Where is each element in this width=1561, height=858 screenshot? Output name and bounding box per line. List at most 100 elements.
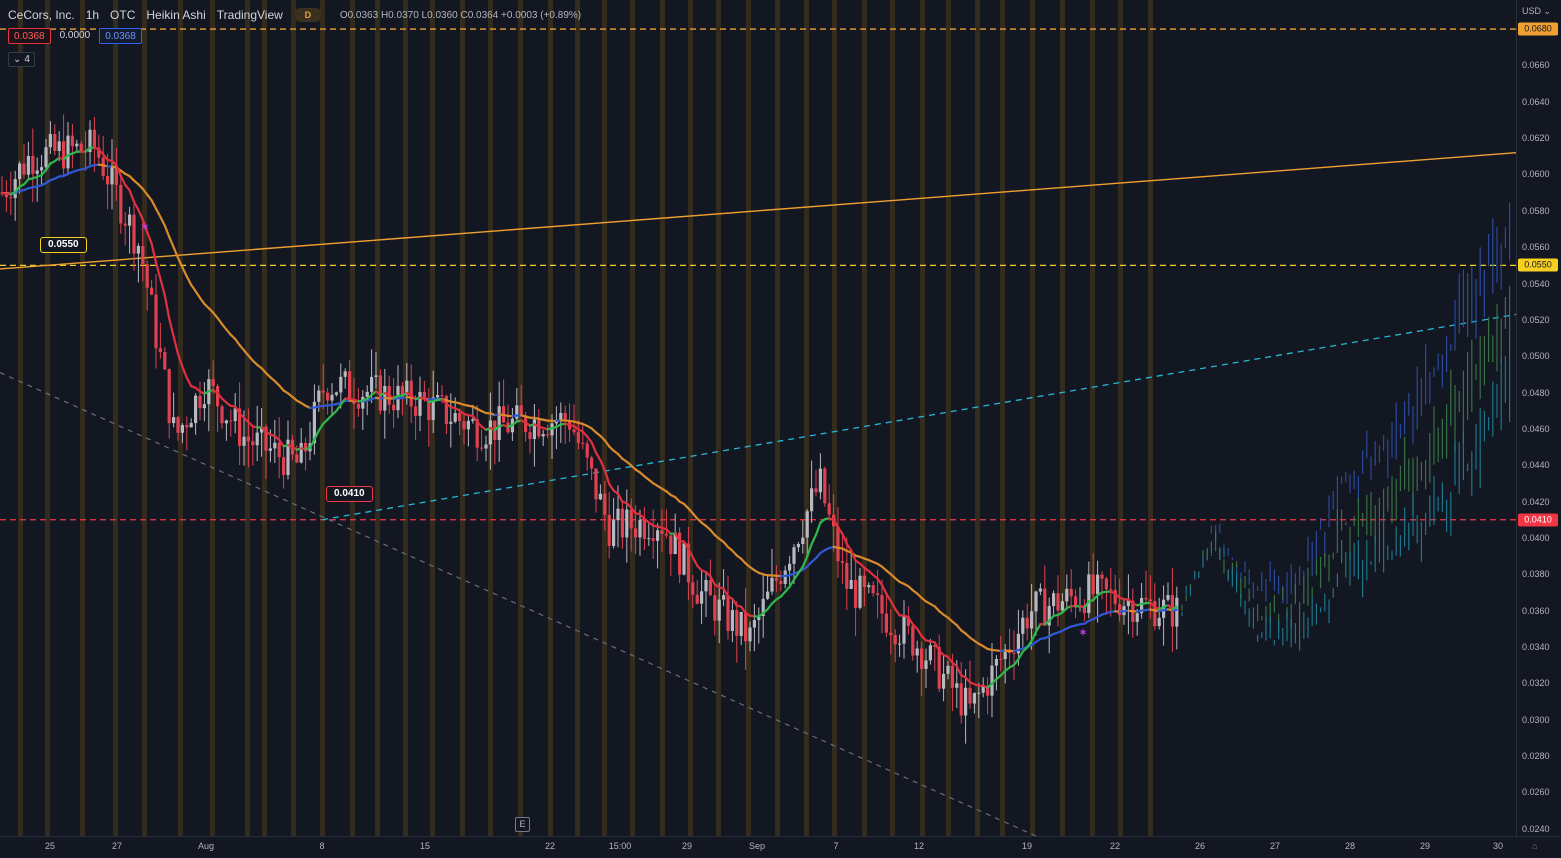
price-axis[interactable] [1516, 0, 1561, 836]
candle-body [1069, 588, 1073, 597]
price-level-badge[interactable]: 0.0680 [1518, 22, 1558, 36]
session-band [890, 0, 895, 836]
interval-label[interactable]: 1h [86, 8, 99, 22]
session-band [832, 0, 837, 836]
scale-toggle-icon[interactable]: ⌂ [1532, 841, 1537, 851]
candle-body [62, 141, 66, 169]
currency-selector[interactable]: USD ⌄ [1522, 6, 1551, 17]
candle-body [374, 375, 378, 377]
candle-body [814, 488, 818, 493]
session-band [403, 0, 408, 836]
price-level-badge[interactable]: 0.0410 [1518, 513, 1558, 527]
candle-body [827, 503, 831, 515]
indicators-collapse-button[interactable]: ⌄ 4 [8, 52, 35, 67]
ema-fast-line [894, 607, 901, 617]
time-tick-label: Sep [748, 841, 766, 851]
candle-body [651, 538, 655, 541]
ohlc-readout: O0.0363 H0.0370 L0.0360 C0.0364 +0.0003 … [339, 9, 582, 21]
candle-body [823, 468, 827, 504]
candle-body [1148, 599, 1152, 602]
candle-body [840, 561, 844, 563]
indicator-value-blue: 0.0368 [99, 28, 142, 44]
ema-fast-line [722, 587, 730, 598]
candle-body [638, 519, 642, 538]
session-band [375, 0, 380, 836]
candle-body [612, 520, 616, 547]
price-level-badge[interactable]: 0.0550 [1518, 258, 1558, 272]
candle-body [616, 508, 620, 521]
chart-canvas[interactable]: ✶ ✶ CeCors, Inc. 1h OTC Heikin Ashi Tradi… [0, 0, 1561, 858]
candle-body [101, 157, 105, 176]
candle-body [172, 417, 176, 424]
ema-fast-line [594, 451, 602, 462]
candle-body [66, 135, 70, 169]
price-tick-label: 0.0400 [1522, 532, 1550, 543]
ema-slow-line [163, 224, 171, 238]
price-plot[interactable]: ✶✶ [0, 0, 1516, 836]
ema-fast-line [1034, 622, 1042, 634]
price-tick-label: 0.0620 [1522, 133, 1550, 144]
candle-body [356, 403, 360, 409]
candle-body [858, 575, 862, 608]
chart-type-label[interactable]: Heikin Ashi [146, 8, 205, 22]
candle-body [370, 376, 374, 392]
currency-label: USD [1522, 6, 1542, 16]
candle-body [788, 563, 792, 571]
time-axis[interactable] [0, 836, 1561, 858]
candle-body [796, 544, 800, 548]
symbol-legend[interactable]: CeCors, Inc. 1h OTC Heikin Ashi TradingV… [8, 6, 581, 24]
candle-body [590, 457, 594, 469]
indicator-count: 4 [24, 54, 30, 65]
earnings-marker[interactable]: E [515, 817, 530, 832]
session-band [262, 0, 267, 836]
candle-body [898, 643, 902, 645]
ema-fast-line [616, 492, 624, 503]
price-tick-label: 0.0560 [1522, 242, 1550, 253]
candle-body [31, 155, 35, 174]
session-band [518, 0, 523, 836]
candle-body [53, 134, 57, 151]
time-tick-label: 7 [833, 841, 839, 851]
candle-body [950, 665, 954, 688]
candle-body [607, 514, 611, 547]
candle-body [893, 635, 897, 645]
candle-body [722, 595, 726, 600]
candle-body [634, 528, 638, 538]
candle-body [942, 673, 946, 689]
candle-body [735, 610, 739, 636]
exchange-label: OTC [110, 8, 136, 22]
ema-slow-line [159, 215, 166, 227]
candle-body [449, 421, 453, 424]
candle-body [752, 620, 756, 628]
candle-body [220, 406, 224, 424]
price-tick-label: 0.0580 [1522, 205, 1550, 216]
session-band [1148, 0, 1153, 836]
price-tick-label: 0.0300 [1522, 714, 1550, 725]
candle-body [924, 660, 928, 669]
candle-body [744, 611, 748, 642]
ema-fast-line [168, 317, 175, 338]
price-label-resistance[interactable]: 0.0550 [40, 237, 87, 253]
candle-body [224, 420, 228, 424]
session-band [630, 0, 635, 836]
price-label-support[interactable]: 0.0410 [326, 486, 373, 502]
ema-fast-line [814, 521, 822, 536]
price-tick-label: 0.0340 [1522, 641, 1550, 652]
chevron-down-icon: ⌄ [13, 54, 22, 65]
candle-body [594, 468, 598, 500]
session-band [18, 0, 23, 836]
delayed-data-badge[interactable]: D [293, 8, 322, 22]
candle-body [304, 442, 308, 452]
candle-body [202, 404, 206, 409]
time-tick-label: 27 [1269, 841, 1281, 851]
candle-body [766, 591, 770, 599]
symbol-name[interactable]: CeCors, Inc. [8, 8, 75, 22]
candle-body [48, 134, 52, 148]
candle-body [194, 395, 198, 424]
ema-fast-line [119, 174, 127, 187]
candle-body [691, 582, 695, 595]
session-band [1090, 0, 1095, 836]
candle-body [418, 391, 422, 416]
candle-body [1038, 588, 1042, 592]
session-band [862, 0, 867, 836]
